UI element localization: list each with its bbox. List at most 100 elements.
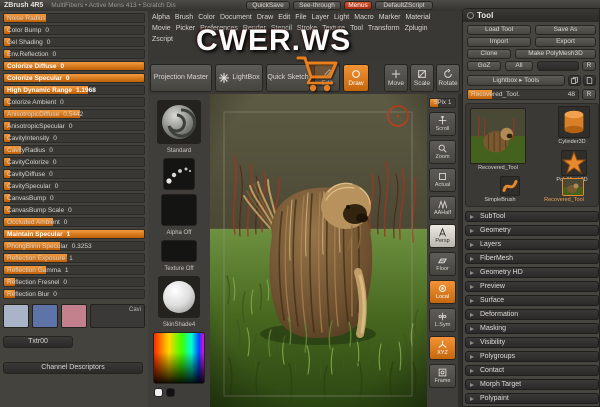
save-as-button[interactable]: Save As: [535, 25, 596, 35]
material-slider[interactable]: AnisotropicSpecular0: [3, 121, 145, 131]
menu-item[interactable]: Document: [220, 14, 252, 21]
menu-item[interactable]: Alpha: [152, 14, 170, 21]
material-slider[interactable]: Env.Reflection0: [3, 49, 145, 59]
material-slider[interactable]: Reflection Fresnel0: [3, 277, 145, 287]
goz-all-button[interactable]: All: [505, 61, 533, 71]
material-slider[interactable]: Reflection Blur0: [3, 289, 145, 299]
texture-slot-button[interactable]: Txtr00: [3, 336, 73, 348]
material-slider[interactable]: Occluded Ambient0: [3, 217, 145, 227]
menu-item[interactable]: Movie: [152, 25, 171, 32]
see-through-slider[interactable]: See-through: [293, 1, 341, 10]
stroke-thumbnail[interactable]: [163, 158, 195, 190]
alpha-thumbnail[interactable]: [161, 194, 197, 226]
copy-tool-button[interactable]: [568, 75, 581, 86]
material-slider[interactable]: Color Bump0: [3, 25, 145, 35]
tool-section[interactable]: Polypaint: [465, 393, 599, 404]
goz-button[interactable]: GoZ: [467, 61, 501, 71]
current-tool-thumbnail[interactable]: [470, 108, 526, 164]
tool-section[interactable]: SubTool: [465, 211, 599, 222]
material-slider[interactable]: CavityColorize0: [3, 157, 145, 167]
menu-item[interactable]: Layer: [312, 14, 330, 21]
main-color-swatch[interactable]: [154, 388, 163, 397]
material-slider[interactable]: CavityDiffuse0: [3, 169, 145, 179]
zoom-button[interactable]: Zoom: [429, 140, 456, 164]
tool-r-button[interactable]: R: [582, 89, 596, 100]
lightbox-tools-button[interactable]: Lightbox ▸ Tools: [467, 75, 565, 86]
material-slider[interactable]: CavitySpecular0: [3, 181, 145, 191]
material-slider[interactable]: CavityRadius0: [3, 145, 145, 155]
menu-item[interactable]: Edit: [278, 14, 290, 21]
menu-item[interactable]: Draw: [257, 14, 273, 21]
material-slider[interactable]: High Dynamic Range1.1968: [3, 85, 145, 95]
material-slider[interactable]: CanvasBump Scale0: [3, 205, 145, 215]
material-slider[interactable]: Colorize Specular0: [3, 73, 145, 83]
tool-section[interactable]: Morph Target: [465, 379, 599, 390]
menu-item[interactable]: Material: [405, 14, 430, 21]
make-polymesh3d-button[interactable]: Make PolyMesh3D: [515, 49, 596, 59]
clone-button[interactable]: Clone: [467, 49, 511, 59]
material-slider[interactable]: Reflection Gamma1: [3, 265, 145, 275]
recovered-tool-thumbnail[interactable]: [562, 178, 584, 196]
tool-section[interactable]: Geometry: [465, 225, 599, 236]
persp-button[interactable]: Persp: [429, 224, 456, 248]
tool-section[interactable]: Masking: [465, 323, 599, 334]
paste-tool-button[interactable]: [583, 75, 596, 86]
scroll-button[interactable]: Scroll: [429, 112, 456, 136]
material-slider[interactable]: Gel Shading0: [3, 37, 145, 47]
lsym-button[interactable]: L.Sym: [429, 308, 456, 332]
tool-section[interactable]: Polygroups: [465, 351, 599, 362]
polymesh3d-thumbnail[interactable]: [561, 150, 587, 176]
material-slider[interactable]: Colorize Diffuse0: [3, 61, 145, 71]
goz-r-button[interactable]: R: [582, 61, 596, 71]
aahalf-button[interactable]: AAHalf: [429, 196, 456, 220]
menu-item[interactable]: Brush: [175, 14, 193, 21]
xyz-button[interactable]: XYZ: [429, 336, 456, 360]
channel-descriptors-button[interactable]: Channel Descriptors: [3, 362, 143, 374]
material-slider[interactable]: Noise Radius: [3, 13, 145, 23]
material-slider[interactable]: CavityIntensity0: [3, 133, 145, 143]
menu-item[interactable]: Picker: [176, 25, 195, 32]
menu-item[interactable]: File: [295, 14, 306, 21]
menu-item[interactable]: Tool: [350, 25, 363, 32]
rotate-button[interactable]: Rotate: [436, 64, 460, 92]
texture-thumbnail[interactable]: [161, 240, 197, 262]
cavity-swatch[interactable]: Cavi: [90, 304, 145, 328]
tool-section[interactable]: Geometry HD: [465, 267, 599, 278]
frame-button[interactable]: Frame: [429, 364, 456, 388]
tool-section[interactable]: Deformation: [465, 309, 599, 320]
material-slider[interactable]: Maintain Specular1: [3, 229, 145, 239]
draw-button[interactable]: Draw: [343, 64, 369, 92]
projection-master-button[interactable]: Projection Master: [150, 64, 212, 92]
color-picker[interactable]: [153, 332, 205, 384]
floor-button[interactable]: Floor: [429, 252, 456, 276]
actual-size-button[interactable]: Actual: [429, 168, 456, 192]
active-tool-slider[interactable]: Recovered_Tool. 48: [467, 89, 579, 100]
import-button[interactable]: Import: [467, 37, 531, 47]
channel-color-swatch[interactable]: [61, 304, 87, 328]
tool-section[interactable]: FiberMesh: [465, 253, 599, 264]
scale-button[interactable]: Scale: [410, 64, 434, 92]
export-button[interactable]: Export: [535, 37, 596, 47]
document-canvas[interactable]: [210, 94, 427, 407]
tool-section[interactable]: Visibility: [465, 337, 599, 348]
quicksave-button[interactable]: QuickSave: [246, 1, 290, 10]
material-slider[interactable]: PhongBlinn Specular0.3253: [3, 241, 145, 251]
default-zscript-button[interactable]: DefaultZScript: [375, 1, 433, 10]
move-button[interactable]: Move: [384, 64, 408, 92]
material-slider[interactable]: AnisotropicDiffuse0.5442: [3, 109, 145, 119]
local-button[interactable]: Local: [429, 280, 456, 304]
material-slider[interactable]: Colorize Ambient0: [3, 97, 145, 107]
simplebrush-thumbnail[interactable]: [500, 176, 520, 196]
material-thumbnail[interactable]: [158, 276, 200, 318]
menu-item[interactable]: Color: [198, 14, 215, 21]
goz-visible-button[interactable]: [537, 61, 579, 71]
channel-color-swatch[interactable]: [32, 304, 58, 328]
menu-item[interactable]: Zscript: [152, 36, 173, 43]
tool-section[interactable]: Contact: [465, 365, 599, 376]
tool-section[interactable]: Surface: [465, 295, 599, 306]
secondary-color-swatch[interactable]: [166, 388, 175, 397]
menu-item[interactable]: Transform: [368, 25, 400, 32]
menu-item[interactable]: Light: [334, 14, 349, 21]
menu-item[interactable]: Macro: [354, 14, 373, 21]
tool-section[interactable]: Preview: [465, 281, 599, 292]
